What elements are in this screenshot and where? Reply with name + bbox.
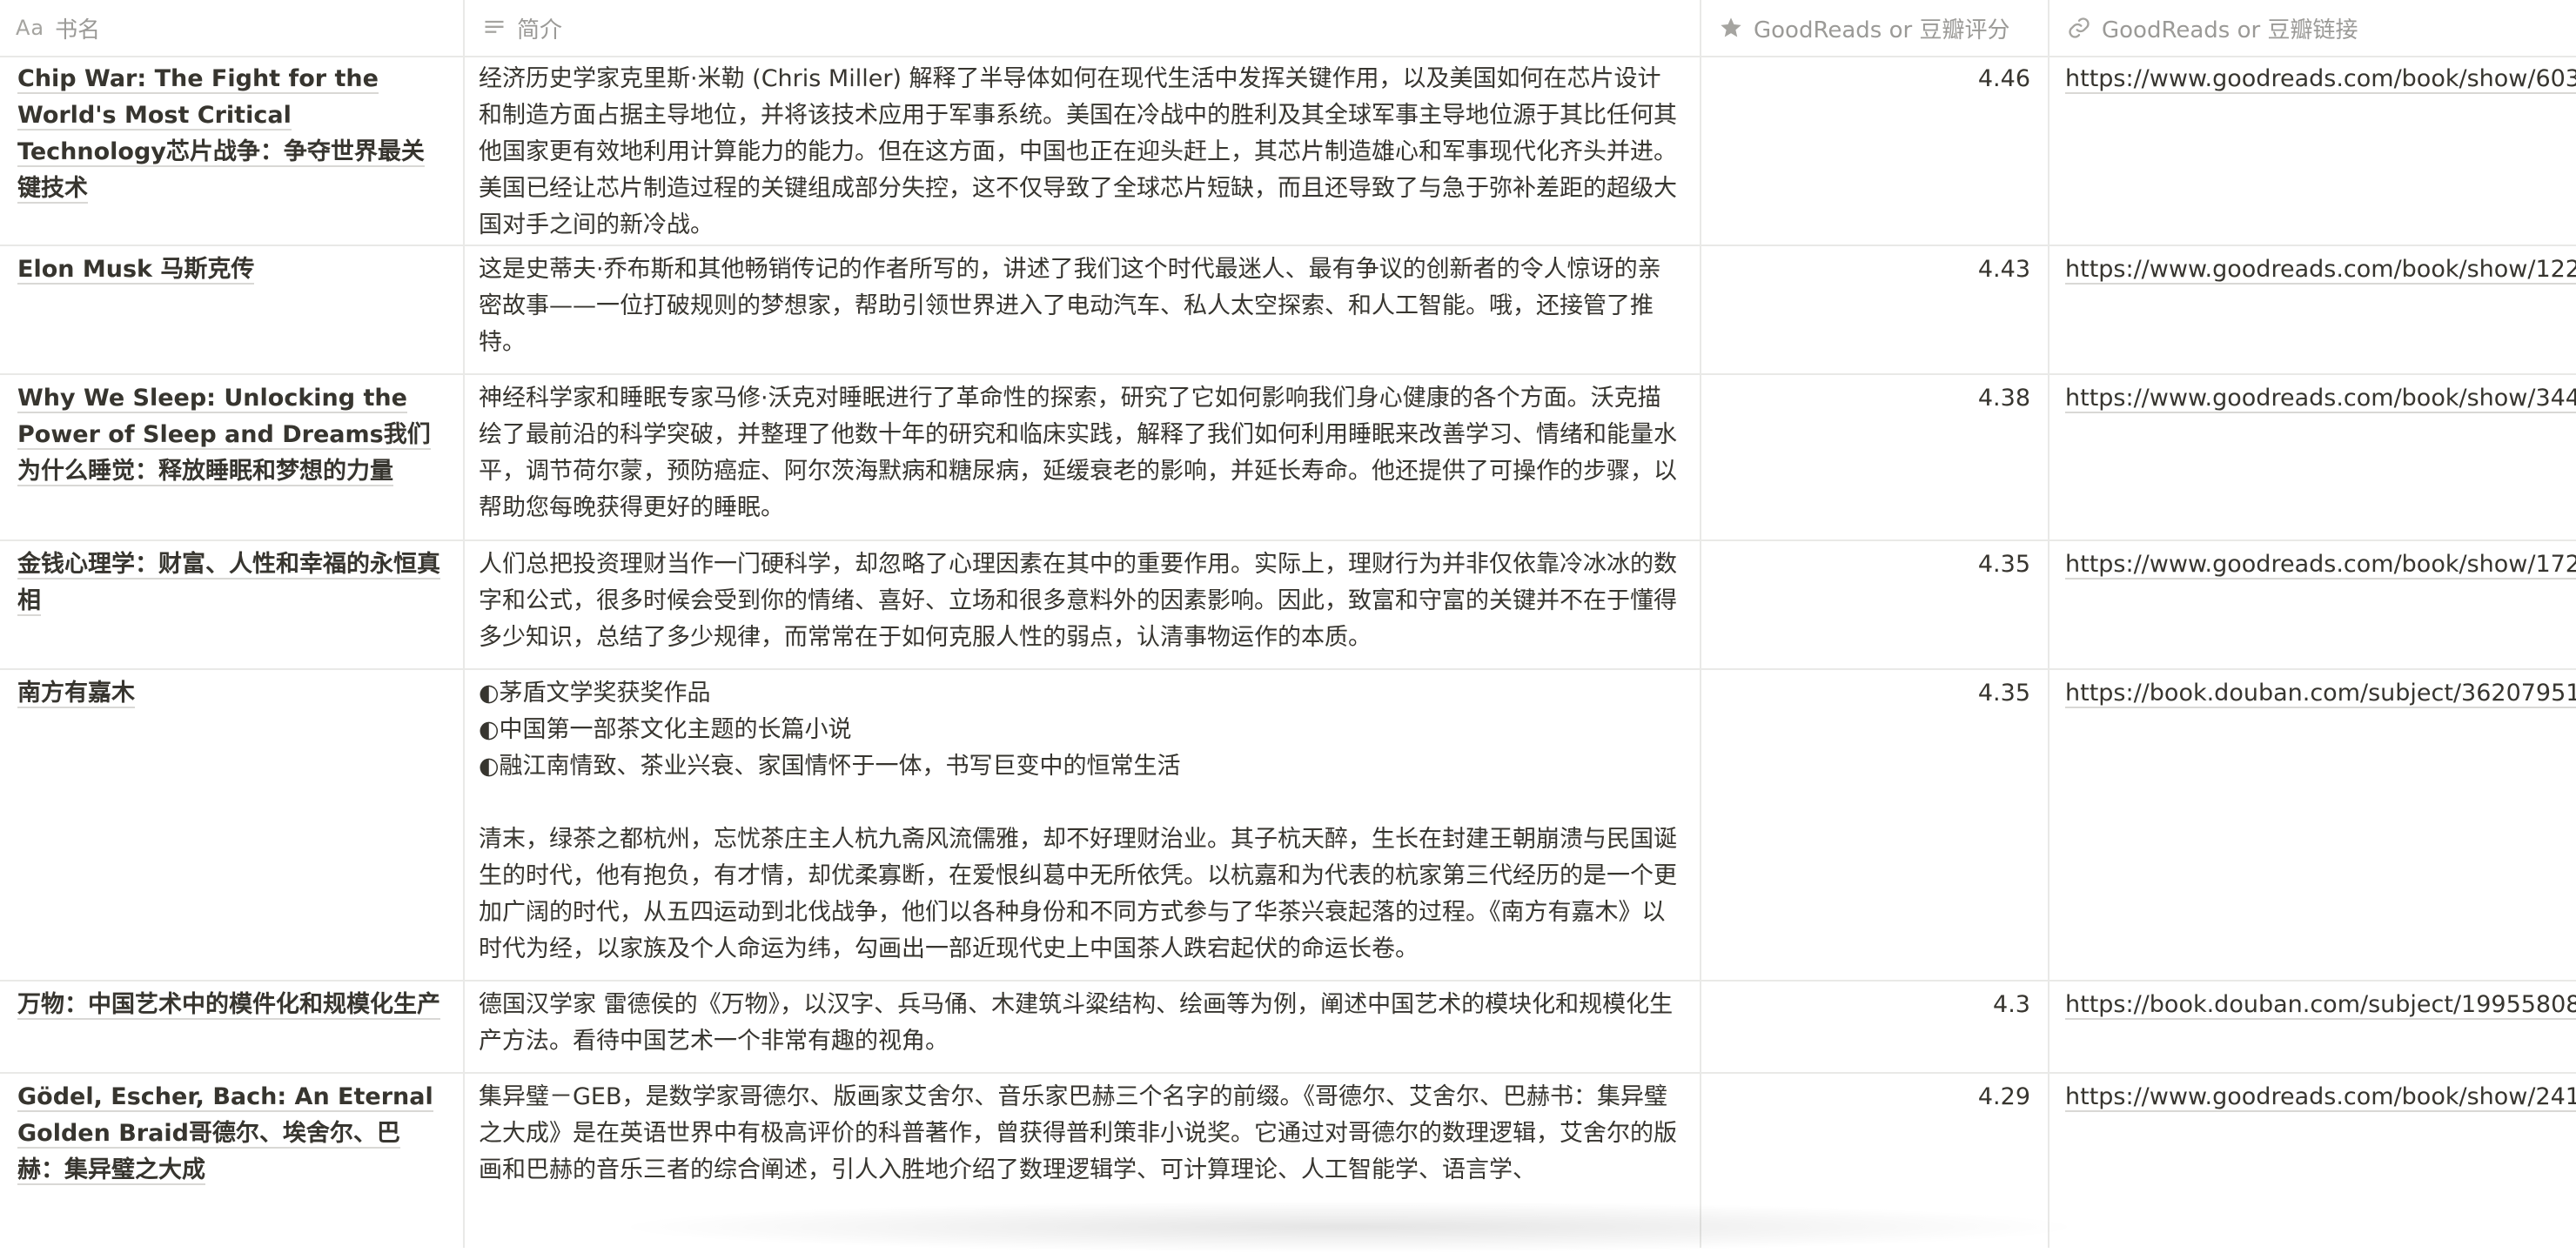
lines-icon	[480, 14, 508, 42]
summary-cell[interactable]: 德国汉学家 雷德侯的《万物》，以汉字、兵马俑、木建筑斗粱结构、绘画等为例，阐述中…	[465, 982, 1701, 1072]
table-row[interactable]: Why We Sleep: Unlocking the Power of Sle…	[0, 375, 2576, 541]
table-header: Aa 书名 简介 GoodReads or 豆瓣评分 GoodReads or …	[0, 0, 2576, 57]
book-link[interactable]: https://www.goodreads.com/book/show/1227	[2065, 256, 2576, 285]
book-title-cell[interactable]: 南方有嘉木	[0, 670, 465, 980]
book-title: Chip War: The Fight for the World's Most…	[17, 65, 425, 204]
scroll-shadow	[609, 1201, 2089, 1253]
table-row[interactable]: Elon Musk 马斯克传 这是史蒂夫·乔布斯和其他畅销传记的作者所写的，讲述…	[0, 246, 2576, 375]
book-link[interactable]: https://www.goodreads.com/book/show/2411	[2065, 1083, 2576, 1112]
link-cell[interactable]: https://www.goodreads.com/book/show/1722	[2049, 541, 2576, 668]
star-icon	[1717, 14, 1745, 42]
rating-cell[interactable]: 4.43	[1701, 246, 2049, 373]
link-cell[interactable]: https://www.goodreads.com/book/show/1227	[2049, 246, 2576, 373]
summary-cell[interactable]: 神经科学家和睡眠专家马修·沃克对睡眠进行了革命性的探索，研究了它如何影响我们身心…	[465, 375, 1701, 539]
column-header-link[interactable]: GoodReads or 豆瓣链接	[2049, 0, 2576, 56]
rating-cell[interactable]: 4.38	[1701, 375, 2049, 539]
column-header-label: GoodReads or 豆瓣链接	[2102, 17, 2358, 44]
book-title-cell[interactable]: Elon Musk 马斯克传	[0, 246, 465, 373]
column-header-label: 书名	[55, 17, 101, 44]
book-link[interactable]: https://book.douban.com/subject/36207951…	[2065, 680, 2576, 708]
column-header-title[interactable]: Aa 书名	[0, 0, 465, 56]
link-cell[interactable]: https://book.douban.com/subject/36207951…	[2049, 670, 2576, 980]
link-cell[interactable]: https://www.goodreads.com/book/show/2411	[2049, 1074, 2576, 1248]
table-row[interactable]: 万物：中国艺术中的模件化和规模化生产 德国汉学家 雷德侯的《万物》，以汉字、兵马…	[0, 982, 2576, 1074]
book-title: Gödel, Escher, Bach: An Eternal Golden B…	[17, 1083, 433, 1185]
table-row[interactable]: Chip War: The Fight for the World's Most…	[0, 56, 2576, 246]
rating-cell[interactable]: 4.3	[1701, 982, 2049, 1072]
table-row[interactable]: 南方有嘉木 ◐茅盾文学奖获奖作品 ◐中国第一部茶文化主题的长篇小说 ◐融江南情致…	[0, 670, 2576, 982]
summary-cell[interactable]: 经济历史学家克里斯·米勒 (Chris Miller) 解释了半导体如何在现代生…	[465, 56, 1701, 245]
summary-cell[interactable]: 人们总把投资理财当作一门硬科学，却忽略了心理因素在其中的重要作用。实际上，理财行…	[465, 541, 1701, 668]
book-link[interactable]: https://www.goodreads.com/book/show/6032	[2065, 65, 2576, 94]
rating-cell[interactable]: 4.35	[1701, 541, 2049, 668]
summary-cell[interactable]: 这是史蒂夫·乔布斯和其他畅销传记的作者所写的，讲述了我们这个时代最迷人、最有争议…	[465, 246, 1701, 373]
column-header-label: 简介	[517, 17, 563, 44]
book-title: 金钱心理学：财富、人性和幸福的永恒真相	[17, 551, 440, 616]
book-title-cell[interactable]: Why We Sleep: Unlocking the Power of Sle…	[0, 375, 465, 539]
link-cell[interactable]: https://www.goodreads.com/book/show/6032	[2049, 56, 2576, 245]
rating-cell[interactable]: 4.46	[1701, 56, 2049, 245]
book-title-cell[interactable]: Chip War: The Fight for the World's Most…	[0, 56, 465, 245]
book-link[interactable]: https://book.douban.com/subject/19955808…	[2065, 991, 2576, 1020]
rating-cell[interactable]: 4.35	[1701, 670, 2049, 980]
book-title-cell[interactable]: Gödel, Escher, Bach: An Eternal Golden B…	[0, 1074, 465, 1248]
table-row[interactable]: 金钱心理学：财富、人性和幸福的永恒真相 人们总把投资理财当作一门硬科学，却忽略了…	[0, 541, 2576, 670]
book-title: Why We Sleep: Unlocking the Power of Sle…	[17, 385, 431, 486]
book-title: Elon Musk 马斯克传	[17, 256, 255, 285]
book-title-cell[interactable]: 金钱心理学：财富、人性和幸福的永恒真相	[0, 541, 465, 668]
book-link[interactable]: https://www.goodreads.com/book/show/1722	[2065, 551, 2576, 580]
column-header-rating[interactable]: GoodReads or 豆瓣评分	[1701, 0, 2049, 56]
book-title: 南方有嘉木	[17, 680, 135, 708]
book-title-cell[interactable]: 万物：中国艺术中的模件化和规模化生产	[0, 982, 465, 1072]
summary-cell[interactable]: ◐茅盾文学奖获奖作品 ◐中国第一部茶文化主题的长篇小说 ◐融江南情致、茶业兴衰、…	[465, 670, 1701, 980]
column-header-label: GoodReads or 豆瓣评分	[1754, 17, 2010, 44]
column-header-summary[interactable]: 简介	[465, 0, 1701, 56]
text-aa-icon: Aa	[16, 16, 45, 40]
book-title: 万物：中国艺术中的模件化和规模化生产	[17, 991, 440, 1020]
link-icon	[2065, 14, 2093, 42]
book-link[interactable]: https://www.goodreads.com/book/show/3446	[2065, 385, 2576, 413]
link-cell[interactable]: https://www.goodreads.com/book/show/3446	[2049, 375, 2576, 539]
link-cell[interactable]: https://book.douban.com/subject/19955808…	[2049, 982, 2576, 1072]
